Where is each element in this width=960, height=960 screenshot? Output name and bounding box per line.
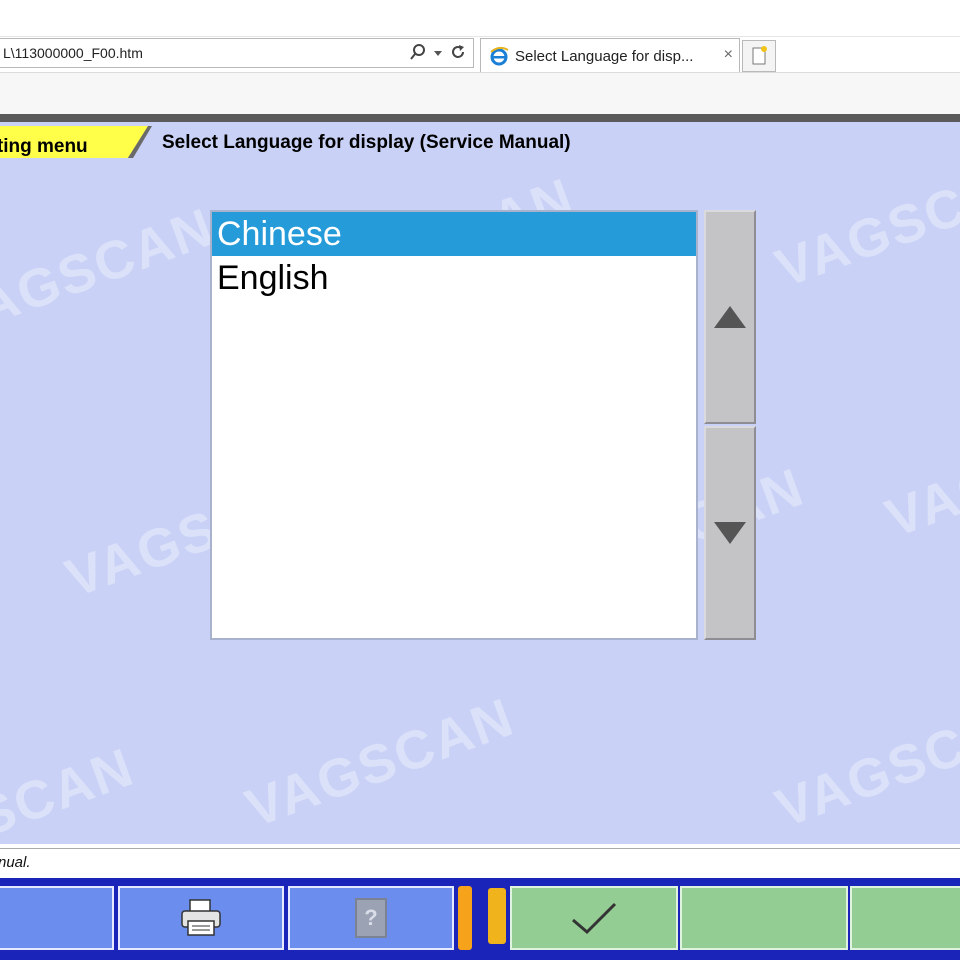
toolbar-separator	[488, 888, 506, 944]
watermark-text: VAGSCAN	[0, 196, 222, 350]
header-divider	[0, 114, 960, 122]
dropdown-arrow-icon[interactable]	[433, 43, 443, 66]
function-button-5[interactable]	[680, 886, 848, 950]
toolbar-separator	[458, 886, 472, 950]
browser-tab[interactable]: Select Language for disp... ×	[480, 38, 740, 72]
tab-title: Select Language for disp...	[515, 48, 694, 65]
close-icon[interactable]: ×	[724, 46, 733, 64]
address-bar-controls	[409, 43, 467, 66]
checkmark-icon	[572, 902, 617, 935]
watermark-text: VAGSCAN	[0, 736, 142, 844]
language-listbox[interactable]: Chinese English	[210, 210, 698, 640]
list-item[interactable]: Chinese	[212, 212, 696, 256]
watermark-text: VAGSCAN	[768, 686, 960, 840]
arrow-up-icon	[714, 306, 746, 328]
print-button[interactable]	[118, 886, 284, 950]
ie-logo-icon	[489, 46, 509, 66]
breadcrumb[interactable]: etting menu	[0, 126, 148, 158]
browser-titlebar	[0, 0, 960, 37]
function-button-6[interactable]	[850, 886, 960, 950]
scroll-down-button[interactable]	[704, 426, 756, 640]
new-tab-icon	[752, 46, 767, 65]
app-content: etting menu Select Language for display …	[0, 122, 960, 844]
function-toolbar: ?	[0, 878, 960, 960]
list-item[interactable]: English	[212, 256, 696, 300]
ok-button[interactable]	[510, 886, 678, 950]
address-bar[interactable]: L\113000000_F00.htm	[0, 38, 474, 68]
help-button[interactable]: ?	[288, 886, 454, 950]
printer-icon	[181, 899, 221, 936]
address-text: L\113000000_F00.htm	[3, 45, 143, 61]
scroll-up-button[interactable]	[704, 210, 756, 424]
watermark-text: VAGSCAN	[768, 146, 960, 300]
function-button-1[interactable]	[0, 886, 114, 950]
new-tab-button[interactable]	[742, 40, 776, 72]
page-title: Select Language for display (Service Man…	[162, 132, 571, 153]
breadcrumb-label: etting menu	[0, 136, 88, 157]
watermark-text: VAGSCAN	[238, 686, 522, 840]
refresh-icon[interactable]	[449, 43, 467, 66]
search-icon[interactable]	[409, 43, 427, 66]
help-icon: ?	[355, 898, 387, 938]
browser-toolbar-strip	[0, 72, 960, 115]
status-bar: nual.	[0, 848, 960, 877]
status-text: nual.	[0, 854, 31, 871]
watermark-text: VAGSCAN	[878, 396, 960, 550]
arrow-down-icon	[714, 522, 746, 544]
